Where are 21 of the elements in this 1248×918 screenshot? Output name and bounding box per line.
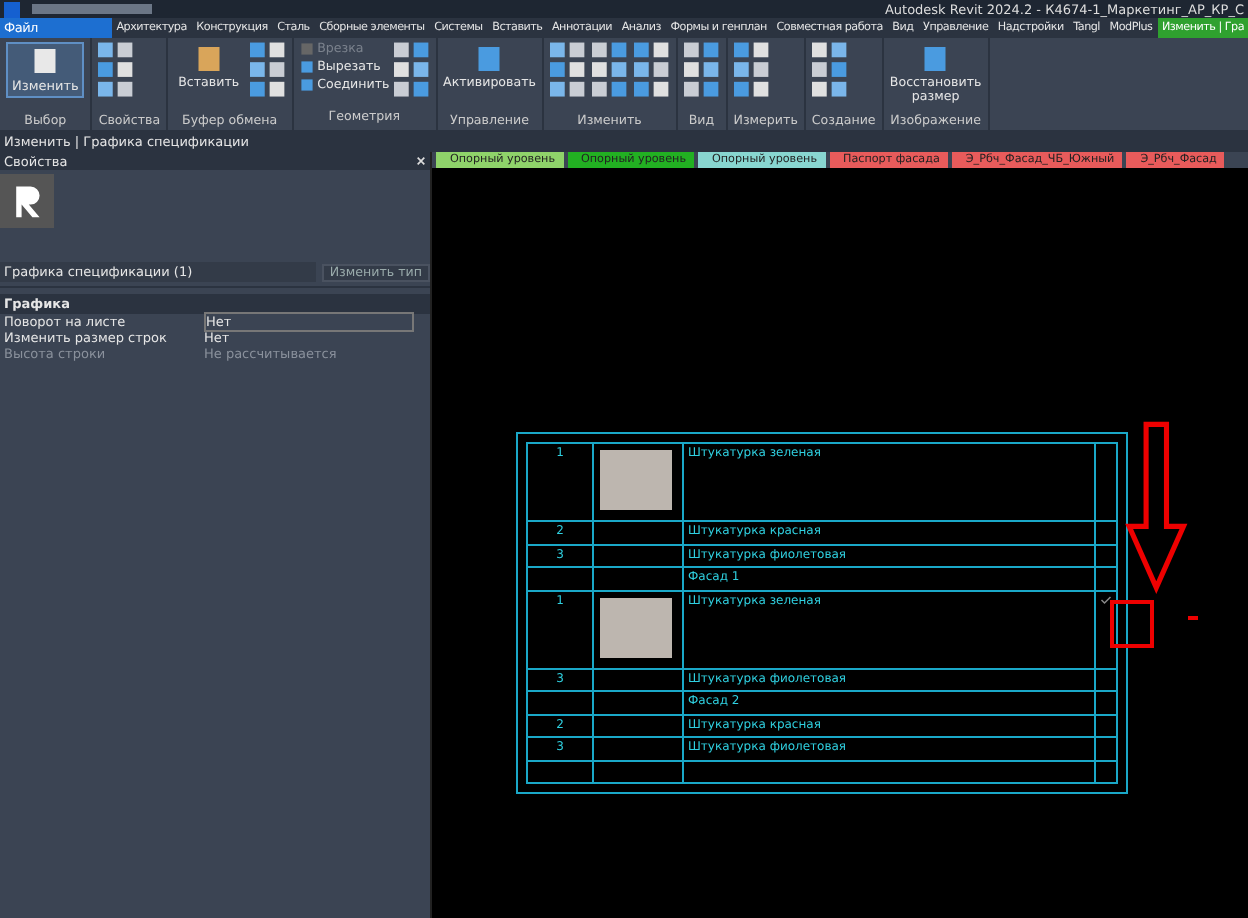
tool-icon — [474, 44, 505, 74]
dash-mark — [1188, 616, 1198, 620]
color-swatch — [600, 450, 672, 510]
tool-icons-drawing[interactable] — [811, 42, 848, 102]
tool-icon — [30, 46, 61, 76]
close-icon[interactable] — [416, 156, 426, 166]
tool-icons-drawing[interactable] — [249, 42, 286, 102]
tool-icons-drawing[interactable] — [633, 42, 670, 102]
tool-icons-drawing[interactable] — [393, 42, 430, 102]
app-logo-icon — [4, 1, 20, 17]
tool-icons-drawing[interactable] — [733, 42, 770, 102]
highlight-box — [1110, 600, 1154, 648]
tool-icon — [920, 44, 951, 74]
tool-icons-drawing[interactable] — [683, 42, 720, 102]
tool-icon — [193, 44, 224, 74]
tool-icons-drawing[interactable] — [549, 42, 586, 102]
check-icon — [1100, 593, 1112, 605]
tool-icons-drawing[interactable] — [98, 42, 135, 102]
tool-icons-drawing[interactable] — [591, 42, 628, 102]
color-swatch — [600, 597, 672, 657]
family-logo-icon — [0, 174, 54, 228]
